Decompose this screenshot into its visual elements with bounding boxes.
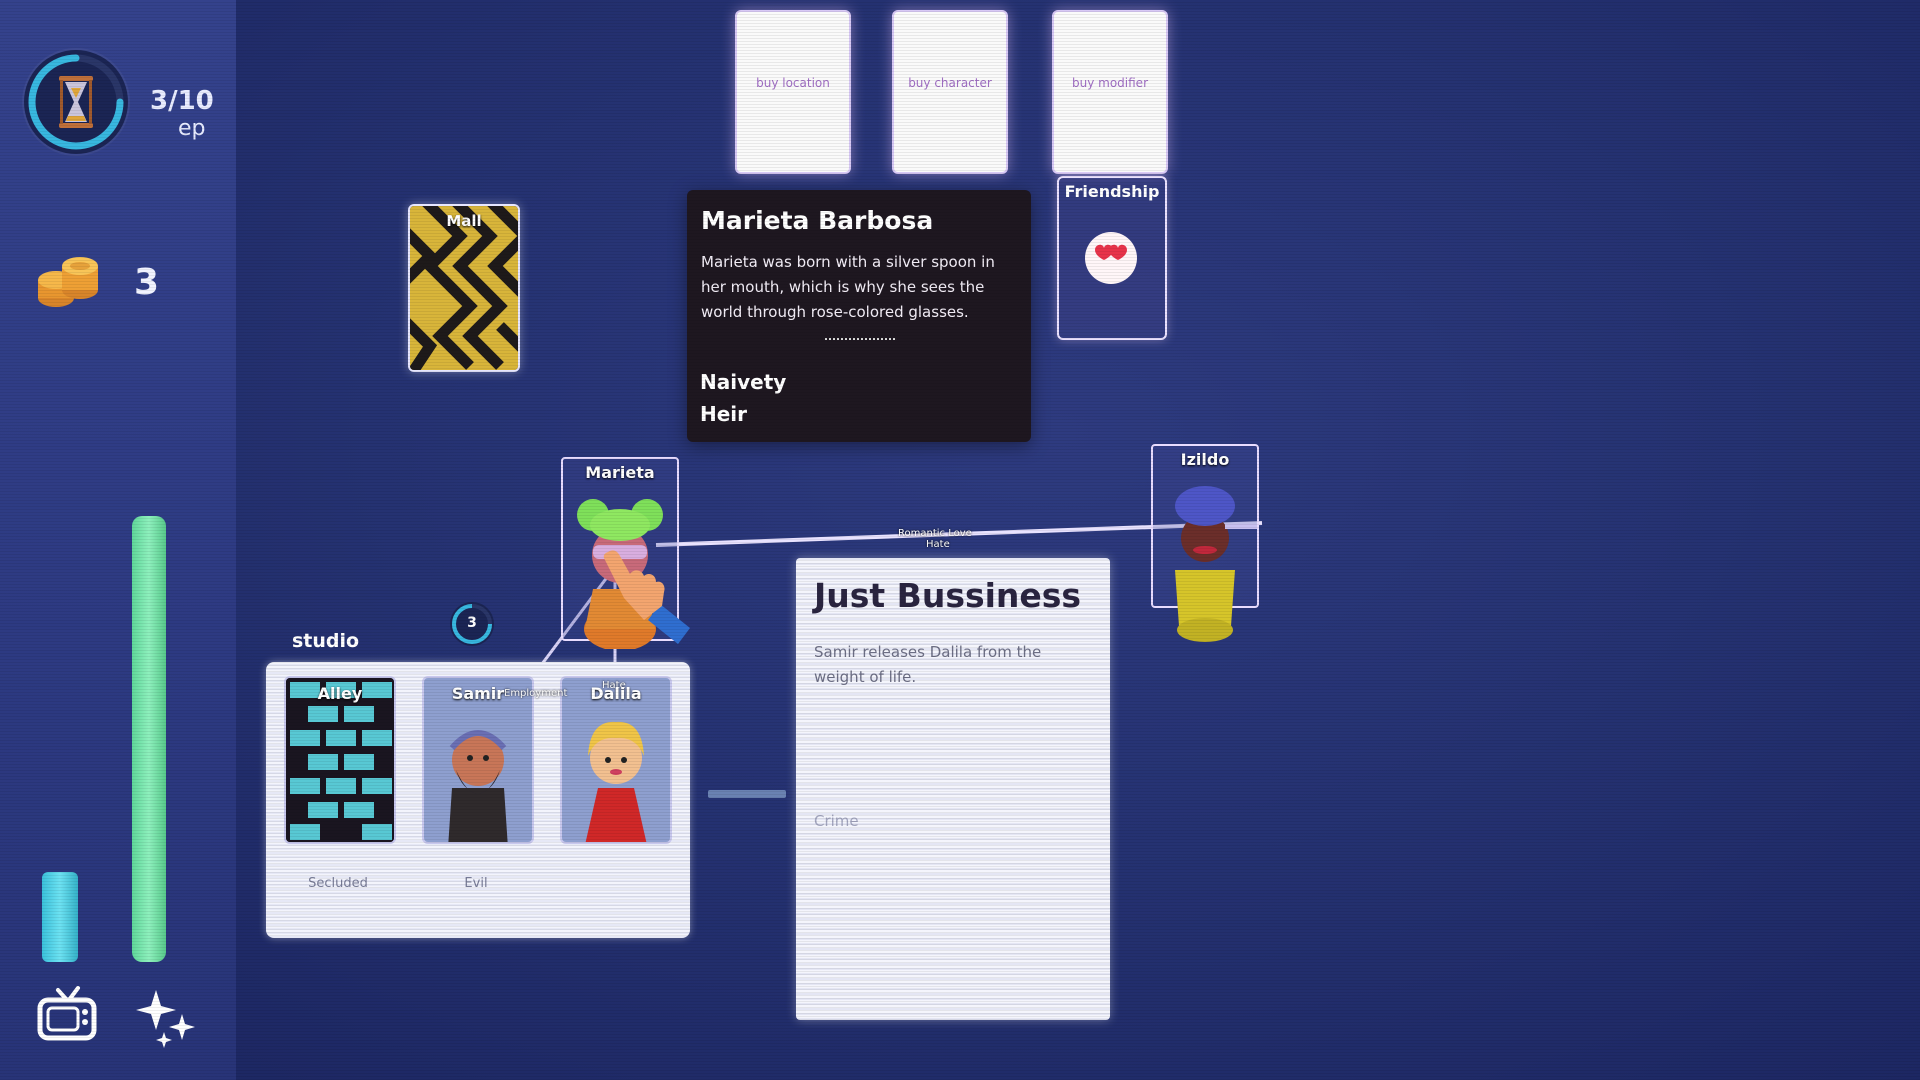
cursor-hand-icon bbox=[603, 550, 690, 644]
cyan-meter-bar bbox=[42, 872, 78, 962]
counter-value: 3 bbox=[467, 615, 477, 631]
studio-slot-dalila[interactable]: Dalila bbox=[560, 676, 672, 844]
buy-character-button[interactable]: buy character bbox=[892, 10, 1008, 174]
event-title: Just Bussiness bbox=[814, 576, 1082, 615]
buy-location-button[interactable]: buy location bbox=[735, 10, 851, 174]
buy-modifier-button[interactable]: buy modifier bbox=[1052, 10, 1168, 174]
trait-2: Heir bbox=[700, 402, 748, 426]
studio-slot-samir[interactable]: Samir bbox=[422, 676, 534, 844]
event-card[interactable]: Just Bussiness Samir releases Dalila fro… bbox=[796, 558, 1110, 1020]
heart-eyes-icon bbox=[1085, 232, 1137, 284]
sidebar: 3/10 ep 3 bbox=[0, 0, 236, 1080]
relation-romantic-love: Romantic Love bbox=[898, 528, 972, 539]
studio-event-connector bbox=[708, 790, 786, 798]
studio-location-panel[interactable]: Alley Samir Dalila Secluded Evil Employm… bbox=[266, 662, 690, 938]
character-info-card: Marieta Barbosa Marieta was born with a … bbox=[687, 190, 1031, 442]
hourglass-icon bbox=[59, 76, 93, 128]
maze-pattern-icon bbox=[410, 206, 518, 370]
character-name: Marieta Barbosa bbox=[701, 206, 934, 235]
sparkle-icon[interactable] bbox=[134, 986, 198, 1050]
buy-modifier-label: buy modifier bbox=[1072, 76, 1148, 90]
slot-name-dalila: Dalila bbox=[590, 684, 642, 703]
episode-unit: ep bbox=[178, 116, 206, 141]
buy-location-label: buy location bbox=[756, 76, 830, 90]
slot-tag-samir: Evil bbox=[464, 876, 488, 891]
action-counter: 3 bbox=[450, 602, 494, 646]
slot-name-samir: Samir bbox=[451, 684, 505, 703]
character-description: Marieta was born with a silver spoon in … bbox=[701, 253, 995, 321]
studio-label: studio bbox=[292, 630, 360, 652]
event-tag: Crime bbox=[814, 812, 859, 830]
episode-count: 3/10 bbox=[150, 86, 214, 116]
mall-location-card[interactable]: Mall bbox=[408, 204, 520, 372]
character-card-izildo[interactable]: Izildo bbox=[1151, 444, 1259, 642]
studio-slot-alley[interactable]: Alley bbox=[284, 676, 396, 844]
mall-label: Mall bbox=[446, 212, 482, 230]
buy-character-label: buy character bbox=[908, 76, 992, 90]
coin-count: 3 bbox=[134, 262, 160, 303]
tv-icon[interactable] bbox=[36, 986, 98, 1042]
event-description: Samir releases Dalila from the weight of… bbox=[814, 643, 1042, 686]
episode-timer bbox=[24, 50, 128, 154]
green-meter-bar bbox=[132, 516, 166, 962]
divider bbox=[825, 338, 895, 340]
friendship-modifier-card[interactable]: Friendship bbox=[1057, 176, 1167, 340]
relation-hate: Hate bbox=[926, 539, 950, 550]
friendship-label: Friendship bbox=[1064, 182, 1160, 201]
izildo-figure-icon bbox=[1175, 486, 1257, 642]
slot-name-alley: Alley bbox=[317, 684, 363, 703]
slot-tag-alley: Secluded bbox=[308, 876, 368, 891]
coins-icon bbox=[38, 257, 98, 307]
trait-1: Naivety bbox=[700, 370, 787, 394]
